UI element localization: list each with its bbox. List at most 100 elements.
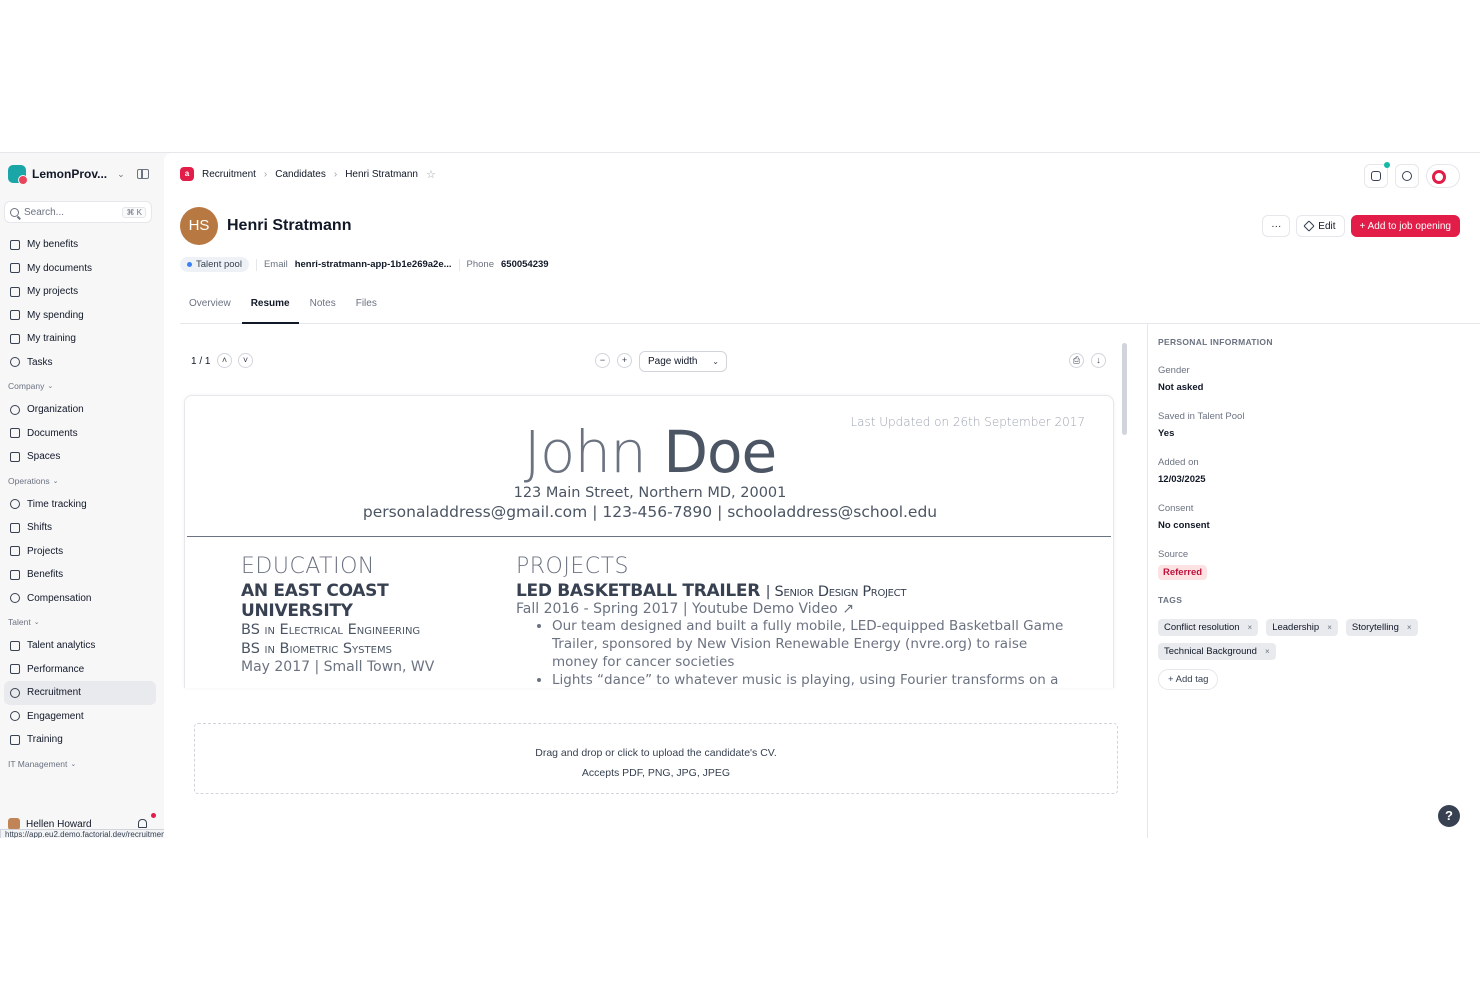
edit-button[interactable]: Edit — [1296, 215, 1345, 237]
saved-label: Saved in Talent Pool — [1158, 411, 1245, 422]
close-icon[interactable]: × — [1407, 623, 1412, 632]
sidebar-nav: My benefits My documents My projects My … — [4, 233, 156, 776]
tag-list: Conflict resolution × Leadership × Storyte… — [1158, 619, 1458, 660]
resume-contacts: personaladdress@gmail.com | 123-456-7890… — [362, 503, 938, 521]
tags-heading: TAGS — [1158, 595, 1183, 605]
education-heading: EDUCATION — [241, 554, 375, 579]
education-date: May 2017 | Small Town, WV — [241, 659, 435, 675]
page-title: Henri Stratmann — [227, 217, 352, 234]
sidebar-item-talent-analytics[interactable]: Talent analytics — [4, 634, 156, 658]
bell-icon[interactable] — [138, 819, 147, 828]
sidebar-item-tasks[interactable]: Tasks — [4, 351, 156, 375]
scrollbar[interactable] — [1122, 343, 1127, 435]
help-center-button[interactable] — [1426, 164, 1460, 188]
star-icon[interactable]: ☆ — [426, 168, 436, 181]
tab-files[interactable]: Files — [347, 293, 386, 324]
sidebar-item-compensation[interactable]: Compensation — [4, 587, 156, 611]
section-company[interactable]: Company ⌄ — [4, 374, 156, 398]
sidebar-item-benefits[interactable]: Benefits — [4, 563, 156, 587]
close-icon[interactable]: × — [1327, 623, 1332, 632]
sidebar-item-spaces[interactable]: Spaces — [4, 445, 156, 469]
sidebar-item-training[interactable]: Training — [4, 728, 156, 752]
page-indicator: 1 / 1 — [191, 356, 211, 367]
zoom-select[interactable]: Page width ⌄ — [639, 351, 727, 372]
coin-icon — [10, 593, 20, 604]
sidebar-item-my-projects[interactable]: My projects — [4, 280, 156, 304]
add-to-job-opening-button[interactable]: + Add to job opening — [1350, 215, 1460, 237]
email-value[interactable]: henri-stratmann-app-1b1e269a2e... — [295, 259, 452, 270]
resume-name: John Doe — [523, 418, 777, 486]
collapse-sidebar-icon[interactable] — [137, 169, 149, 179]
source-label: Source — [1158, 549, 1189, 560]
cv-upload-dropzone[interactable]: Drag and drop or click to upload the can… — [194, 723, 1118, 794]
download-icon[interactable]: ↓ — [1091, 353, 1106, 368]
breadcrumb-current: Henri Stratmann — [345, 168, 418, 180]
source-badge: Referred — [1158, 565, 1208, 580]
company-switcher[interactable]: LemonProv... ⌄ — [8, 165, 158, 185]
sidebar-item-documents[interactable]: Documents — [4, 422, 156, 446]
more-button[interactable]: ··· — [1262, 215, 1291, 237]
phone-value[interactable]: 650054239 — [501, 259, 549, 270]
stopwatch-icon — [10, 499, 20, 510]
sidebar-item-shifts[interactable]: Shifts — [4, 516, 156, 540]
user-name: Hellen Howard — [26, 818, 92, 830]
divider — [255, 258, 257, 271]
search-input[interactable]: Search... ⌘ K — [4, 201, 152, 223]
sidebar-item-time-tracking[interactable]: Time tracking — [4, 493, 156, 517]
tab-notes[interactable]: Notes — [301, 293, 345, 324]
sidebar-item-engagement[interactable]: Engagement — [4, 705, 156, 729]
tab-overview[interactable]: Overview — [180, 293, 240, 324]
sidebar-item-performance[interactable]: Performance — [4, 658, 156, 682]
pencil-icon — [1303, 220, 1315, 232]
section-operations[interactable]: Operations ⌄ — [4, 469, 156, 493]
briefcase-icon — [10, 286, 20, 297]
chevron-down-icon[interactable]: ˅ — [238, 353, 253, 368]
people-icon — [10, 404, 20, 415]
print-icon[interactable]: ⎙ — [1069, 353, 1084, 368]
list-item: Our team designed and built a fully mobi… — [552, 617, 1076, 671]
candidate-actions: ··· Edit + Add to job opening — [1262, 215, 1460, 237]
section-it-management[interactable]: IT Management ⌄ — [4, 752, 156, 776]
cube-icon — [10, 451, 20, 462]
sidebar-item-recruitment[interactable]: Recruitment — [4, 681, 156, 705]
notification-dot — [151, 813, 156, 818]
close-icon[interactable]: × — [1248, 623, 1253, 632]
breadcrumb-candidates[interactable]: Candidates — [275, 169, 326, 180]
tag: Conflict resolution × — [1158, 619, 1259, 636]
chevron-up-icon[interactable]: ˄ — [217, 353, 232, 368]
zoom-in-icon[interactable]: + — [617, 353, 632, 368]
close-icon[interactable]: × — [1265, 647, 1270, 656]
status-dot — [187, 262, 192, 267]
upload-formats: Accepts PDF, PNG, JPG, JPEG — [581, 767, 731, 779]
help-button[interactable]: ? — [1438, 805, 1460, 827]
main-content: a Recruitment › Candidates › Henri Strat… — [164, 153, 1480, 838]
zoom-out-icon[interactable]: − — [595, 353, 610, 368]
sidebar-item-my-documents[interactable]: My documents — [4, 257, 156, 281]
candidate-meta: Talent pool Email henri-stratmann-app-1b… — [180, 257, 549, 272]
sidebar-item-my-spending[interactable]: My spending — [4, 304, 156, 328]
breadcrumb-recruitment[interactable]: Recruitment — [202, 169, 256, 180]
sidebar-item-my-benefits[interactable]: My benefits — [4, 233, 156, 257]
project-bullets: Our team designed and built a fully mobi… — [552, 617, 1076, 688]
chevron-down-icon: ⌄ — [33, 619, 40, 626]
sidebar-item-my-training[interactable]: My training — [4, 327, 156, 351]
chevron-down-icon: ⌄ — [70, 760, 77, 768]
folder-icon — [10, 263, 20, 274]
section-talent[interactable]: Talent ⌄ — [4, 610, 156, 634]
email-label: Email — [263, 259, 288, 270]
sidebar-item-projects[interactable]: Projects — [4, 540, 156, 564]
add-tag-button[interactable]: + Add tag — [1158, 669, 1219, 690]
sidebar-item-organization[interactable]: Organization — [4, 398, 156, 422]
project-title: LED BASKETBALL TRAILER | Senior Design P… — [516, 581, 907, 601]
consent-label: Consent — [1158, 503, 1194, 514]
briefcase-icon — [10, 546, 20, 557]
candidate-avatar: HS — [180, 207, 218, 245]
settings-button[interactable] — [1395, 164, 1419, 188]
sidebar: LemonProv... ⌄ Search... ⌘ K My benefits… — [0, 153, 253, 838]
megaphone-icon — [1371, 171, 1381, 181]
gender-label: Gender — [1158, 365, 1190, 376]
chevron-down-icon: ⌄ — [47, 383, 54, 390]
announcements-button[interactable] — [1364, 162, 1390, 188]
tab-resume[interactable]: Resume — [241, 293, 299, 324]
chevron-down-icon: ⌄ — [52, 477, 59, 485]
